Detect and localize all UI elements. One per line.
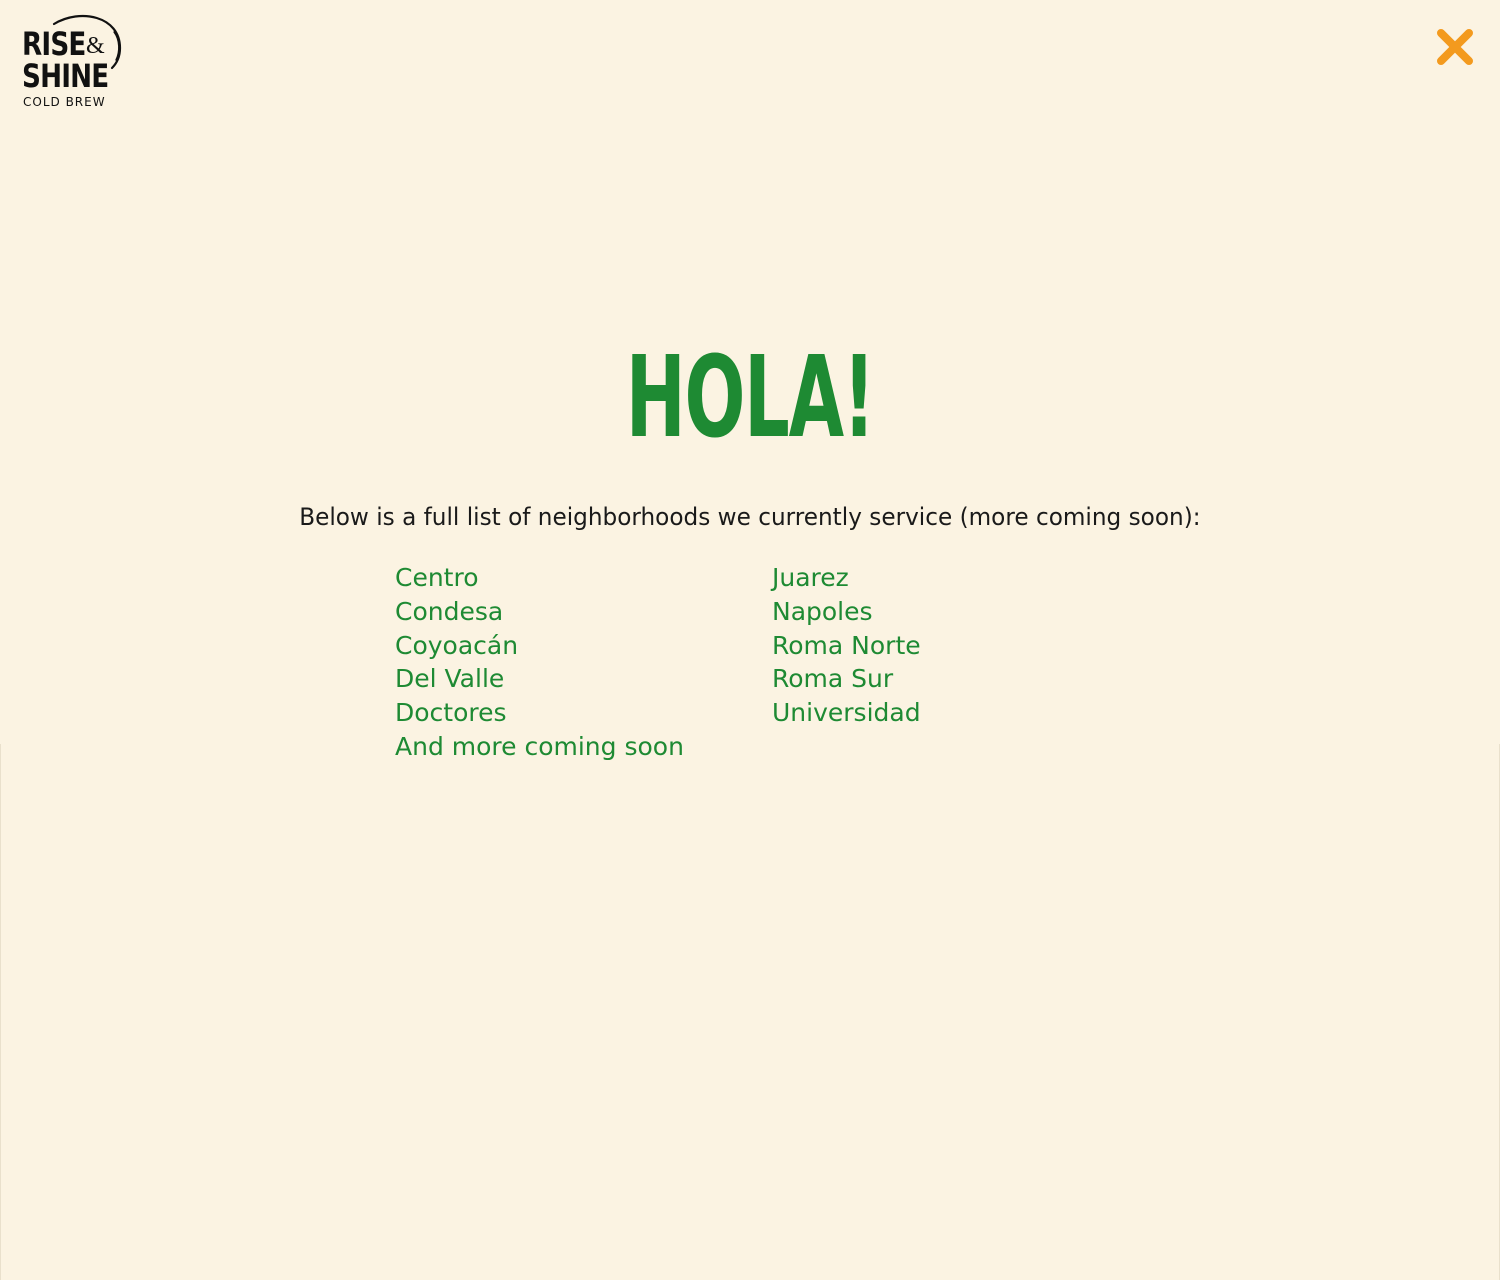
neighborhood-item: Napoles bbox=[772, 596, 873, 626]
neighborhood-item: Roma Sur bbox=[772, 664, 894, 694]
neighborhood-item: Roma Norte bbox=[772, 630, 921, 660]
neighborhood-list-left: Centro Condesa Coyoacán Del Valle Doctor… bbox=[395, 561, 684, 764]
neighborhood-list-right: Juarez Napoles Roma Norte Roma Sur Unive… bbox=[772, 561, 921, 730]
logo-word-shine: SHINE bbox=[22, 57, 109, 95]
neighborhoods-modal: RISE & SHINE COLD BREW HOLA! Below is a … bbox=[0, 0, 1500, 1280]
close-button[interactable] bbox=[1432, 24, 1478, 70]
logo-ampersand: & bbox=[86, 33, 105, 59]
modal-heading: HOLA! bbox=[625, 333, 876, 463]
neighborhood-item: Coyoacán bbox=[395, 630, 519, 660]
neighborhood-item: And more coming soon bbox=[395, 731, 684, 761]
neighborhood-item: Centro bbox=[395, 563, 479, 592]
neighborhood-item: Universidad bbox=[772, 698, 921, 728]
logo-tagline: COLD BREW bbox=[23, 95, 106, 109]
logo-word-rise: RISE bbox=[22, 25, 86, 63]
modal-intro-text: Below is a full list of neighborhoods we… bbox=[299, 503, 1201, 531]
brand-logo[interactable]: RISE & SHINE COLD BREW bbox=[20, 12, 124, 112]
left-edge-divider bbox=[0, 744, 1, 1280]
neighborhood-item: Del Valle bbox=[395, 664, 505, 694]
neighborhood-item: Condesa bbox=[395, 596, 504, 626]
neighborhood-item: Juarez bbox=[772, 563, 849, 592]
close-icon bbox=[1437, 29, 1473, 65]
neighborhood-item: Doctores bbox=[395, 698, 507, 728]
